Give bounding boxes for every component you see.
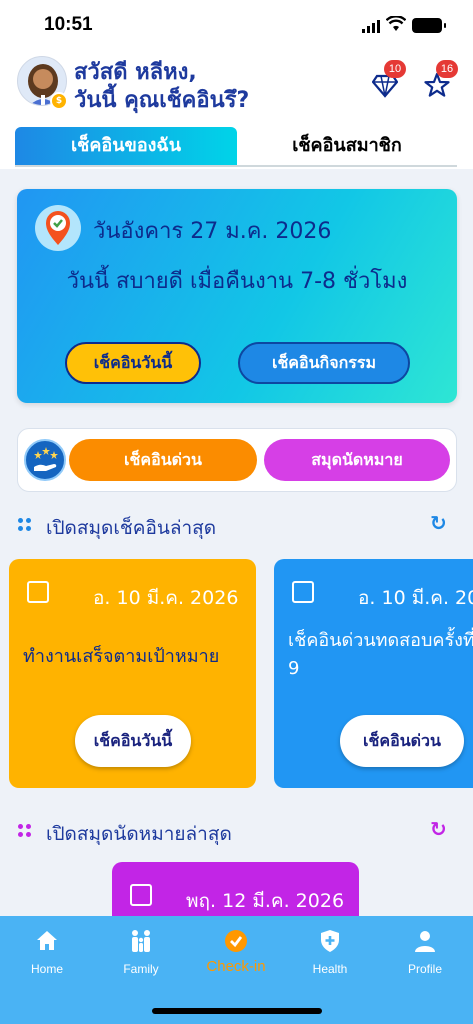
chart-add-icon bbox=[27, 581, 49, 603]
appointment-book-button[interactable]: สมุดนัดหมาย bbox=[264, 439, 450, 481]
today-date: วันอังคาร 27 ม.ค. 2026 bbox=[93, 219, 332, 244]
checkin-today-button[interactable]: เช็คอินวันนี้ bbox=[65, 342, 201, 384]
check-in-icon bbox=[225, 930, 247, 952]
nav-family[interactable]: Family bbox=[101, 928, 181, 976]
location-pin-icon bbox=[35, 205, 81, 251]
nav-home[interactable]: Home bbox=[7, 928, 87, 976]
today-status-message: วันนี้ สบายดี เมื่อคืนงาน 7-8 ชั่วโมง bbox=[66, 269, 408, 294]
nav-check-in[interactable]: Check-in bbox=[196, 928, 276, 975]
section-dots-icon bbox=[18, 824, 32, 838]
family-icon bbox=[132, 930, 150, 952]
rating-hand-icon bbox=[24, 439, 66, 481]
diamond-count-badge: 10 bbox=[384, 60, 406, 78]
chart-add-icon bbox=[130, 884, 152, 906]
star-count-badge: 16 bbox=[436, 60, 458, 78]
profile-icon bbox=[415, 931, 435, 952]
checkin-activity-button[interactable]: เช็คอินกิจกรรม bbox=[238, 342, 410, 384]
tab-bar: เช็คอินของฉัน เช็คอินสมาชิก bbox=[15, 127, 457, 167]
card-date: อ. 10 มี.ค. 2026 bbox=[93, 587, 239, 609]
nav-label: Profile bbox=[407, 962, 442, 976]
tab-my-checkin[interactable]: เช็คอินของฉัน bbox=[15, 127, 237, 165]
card-title: ทำงานเสร็จตามเป้าหมาย bbox=[23, 646, 220, 667]
card-date: พฤ. 12 มี.ค. 2026 bbox=[186, 890, 345, 912]
quick-checkin-button[interactable]: เช็คอินด่วน bbox=[69, 439, 257, 481]
star-button[interactable]: 16 bbox=[424, 60, 458, 98]
status-bar: 10:51 bbox=[0, 0, 473, 50]
cellular-signal-icon bbox=[362, 20, 380, 33]
main-content[interactable]: วันอังคาร 27 ม.ค. 2026 วันนี้ สบายดี เมื… bbox=[0, 169, 473, 916]
status-time: 10:51 bbox=[44, 14, 93, 35]
chart-add-icon bbox=[292, 581, 314, 603]
avatar-coin-badge: $ bbox=[50, 92, 68, 110]
card-title: เช็คอินด่วนทดสอบครั้งที่ 9 bbox=[288, 630, 473, 679]
nav-profile[interactable]: Profile bbox=[385, 928, 465, 976]
wifi-icon bbox=[386, 16, 406, 31]
checkin-book-card[interactable]: อ. 10 มี.ค. 2026 ทำงานเสร็จตามเป้าหมาย เ… bbox=[9, 559, 256, 788]
refresh-icon[interactable]: ↻ bbox=[430, 511, 447, 535]
greeting-subtitle: วันนี้ คุณเช็คอินรึ? bbox=[74, 88, 250, 113]
nav-label: Health bbox=[312, 962, 348, 976]
home-indicator bbox=[152, 1008, 322, 1014]
nav-label: Family bbox=[123, 962, 159, 976]
tab-member-checkin[interactable]: เช็คอินสมาชิก bbox=[237, 127, 457, 165]
card-date: อ. 10 มี.ค. 2026 bbox=[358, 587, 473, 609]
checkin-book-card[interactable]: อ. 10 มี.ค. 2026 เช็คอินด่วนทดสอบครั้งที… bbox=[274, 559, 473, 788]
recent-checkin-section-title: เปิดสมุดเช็คอินล่าสุด bbox=[46, 517, 217, 539]
battery-icon bbox=[412, 18, 446, 33]
refresh-icon[interactable]: ↻ bbox=[430, 817, 447, 841]
nav-label: Check-in bbox=[206, 958, 266, 975]
card-quick-checkin-button[interactable]: เช็คอินด่วน bbox=[340, 715, 464, 767]
home-icon bbox=[37, 931, 57, 950]
section-dots-icon bbox=[18, 518, 32, 532]
card-checkin-today-button[interactable]: เช็คอินวันนี้ bbox=[75, 715, 191, 767]
header: $ สวัสดี หลีหง, วันนี้ คุณเช็คอินรึ? 10 … bbox=[0, 50, 473, 116]
today-card: วันอังคาร 27 ม.ค. 2026 วันนี้ สบายดี เมื… bbox=[17, 189, 457, 403]
appointment-book-card[interactable]: พฤ. 12 มี.ค. 2026 bbox=[112, 862, 359, 916]
nav-health[interactable]: Health bbox=[290, 928, 370, 976]
recent-appointment-section-title: เปิดสมุดนัดหมายล่าสุด bbox=[46, 823, 232, 845]
diamond-button[interactable]: 10 bbox=[372, 60, 406, 98]
health-shield-icon bbox=[321, 930, 339, 952]
quick-actions-bar: เช็คอินด่วน สมุดนัดหมาย bbox=[17, 428, 457, 492]
nav-label: Home bbox=[30, 962, 63, 976]
